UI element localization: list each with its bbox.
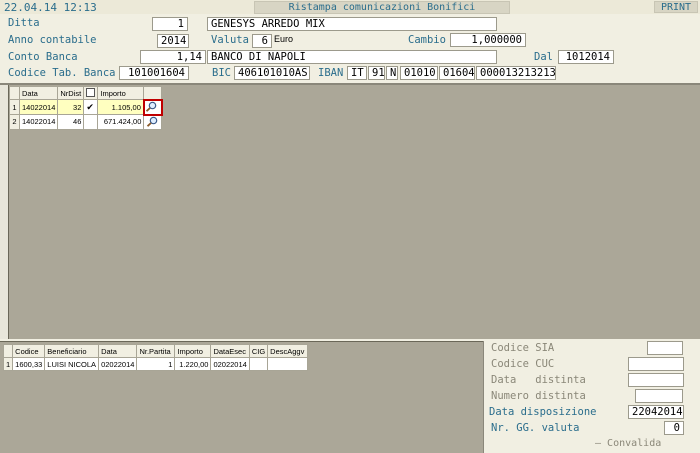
col-importo-header[interactable]: Importo — [97, 86, 145, 100]
col-data-header[interactable]: Data — [18, 86, 59, 100]
nrgg-field[interactable]: 0 — [664, 421, 684, 435]
cell-nrdist[interactable]: 46 — [57, 114, 85, 130]
cell-check[interactable]: ✔ — [83, 99, 99, 115]
valuta-label: Valuta — [211, 34, 249, 46]
cambio-field[interactable]: 1,000000 — [450, 33, 526, 47]
table-row[interactable]: 1 1600,33 LUISI NICOLA 02022014 1 1.220,… — [2, 357, 309, 371]
sia-label: Codice SIA — [491, 342, 555, 354]
print-button[interactable]: PRINT — [654, 1, 698, 13]
iban-label: IBAN — [318, 67, 344, 79]
col-nrdist-header[interactable]: NrDist — [57, 86, 85, 100]
col-dataesec-header[interactable]: DataEsec — [210, 344, 250, 358]
cell-action[interactable] — [142, 98, 163, 116]
sia-field[interactable] — [647, 341, 683, 355]
magnifier-icon[interactable] — [145, 101, 158, 112]
col-action-header — [143, 86, 163, 100]
row-num-header — [2, 344, 14, 358]
anno-field[interactable]: 2014 — [157, 34, 189, 48]
cuc-label: Codice CUC — [491, 358, 555, 370]
table-header: Data NrDist Importo — [9, 86, 163, 100]
numero-distinta-label: Numero distinta — [491, 390, 586, 402]
cuc-field[interactable] — [628, 357, 684, 371]
cell-codice[interactable]: 1600,33 — [12, 357, 46, 371]
cell-importo[interactable]: 671.424,00 — [97, 114, 145, 130]
distinte-table: Data NrDist Importo 1 14022014 32 ✔ 1.10… — [9, 86, 163, 130]
cell-data[interactable]: 14022014 — [18, 114, 59, 130]
convalida-label[interactable]: Convalida — [607, 438, 661, 449]
cell-partita[interactable]: 1 — [136, 357, 176, 371]
data-distinta-field[interactable] — [628, 373, 684, 387]
data-distinta-label: Data distinta — [491, 374, 586, 386]
conto-label: Conto Banca — [8, 51, 78, 63]
row-number: 1 — [9, 99, 20, 115]
header-checkbox[interactable] — [86, 87, 96, 97]
iban-country-field[interactable]: IT — [347, 66, 367, 80]
col-cig-header[interactable]: CIG — [248, 344, 269, 358]
cell-dataesec[interactable]: 02022014 — [210, 357, 250, 371]
ditta-code-field[interactable]: 1 — [152, 17, 188, 31]
cell-beneficiario[interactable]: LUISI NICOLA — [44, 357, 100, 371]
data-disp-field[interactable]: 22042014 — [628, 405, 684, 419]
row-num-header — [9, 86, 20, 100]
table-row[interactable]: 2 14022014 46 671.424,00 — [9, 114, 163, 130]
col-data-header[interactable]: Data — [98, 344, 138, 358]
conto-name-field: BANCO DI NAPOLI — [207, 50, 497, 64]
cell-data[interactable]: 02022014 — [98, 357, 138, 371]
valuta-code-field[interactable]: 6 — [252, 34, 272, 48]
iban-conto-field[interactable]: 000013213213 — [476, 66, 556, 80]
numero-distinta-field[interactable] — [635, 389, 683, 403]
iban-cab-field[interactable]: 01604 — [439, 66, 475, 80]
dettaglio-table: Codice Beneficiario Data Nr.Partita Impo… — [2, 344, 309, 371]
row-number: 2 — [9, 114, 20, 130]
ditta-label: Ditta — [8, 17, 40, 29]
conto-field[interactable]: 1,14 — [140, 50, 206, 64]
convalida-button[interactable]: — Convalida — [595, 438, 683, 450]
magnifier-icon[interactable] — [146, 116, 159, 127]
cell-nrdist[interactable]: 32 — [57, 99, 85, 115]
datetime: 22.04.14 12:13 — [4, 1, 97, 14]
window-title: Ristampa comunicazioni Bonifici — [254, 1, 510, 14]
col-codice-header[interactable]: Codice — [12, 344, 46, 358]
nrgg-label: Nr. GG. valuta — [491, 422, 580, 434]
table-row[interactable]: 1 14022014 32 ✔ 1.105,00 — [9, 98, 163, 116]
col-importo-header[interactable]: Importo — [174, 344, 212, 358]
iban-check-field[interactable]: 91 — [368, 66, 385, 80]
iban-abi-field[interactable]: 01010 — [400, 66, 438, 80]
cell-importo[interactable]: 1.220,00 — [174, 357, 212, 371]
ditta-name-field: GENESYS ARREDO MIX — [207, 17, 497, 31]
cell-desc[interactable] — [267, 357, 309, 371]
valuta-name: Euro — [274, 34, 294, 44]
row-number: 1 — [2, 357, 14, 371]
check-icon[interactable]: ✔ — [86, 102, 94, 112]
codtab-label: Codice Tab. Banca — [8, 67, 116, 79]
col-desc-header[interactable]: DescAggv — [267, 344, 309, 358]
cell-importo[interactable]: 1.105,00 — [97, 99, 145, 115]
cell-check[interactable] — [83, 114, 99, 130]
cell-data[interactable]: 14022014 — [18, 99, 59, 115]
cell-cig[interactable] — [248, 357, 269, 371]
anno-label: Anno contabile — [8, 34, 97, 46]
convalida-dash-icon: — — [595, 438, 608, 449]
bic-label: BIC — [212, 67, 231, 79]
col-check-header[interactable] — [83, 86, 99, 100]
col-partita-header[interactable]: Nr.Partita — [136, 344, 176, 358]
cell-action[interactable] — [143, 114, 163, 130]
col-beneficiario-header[interactable]: Beneficiario — [44, 344, 100, 358]
table-header: Codice Beneficiario Data Nr.Partita Impo… — [2, 344, 309, 358]
grid-scroll-strip[interactable] — [0, 85, 9, 339]
dal-field[interactable]: 1012014 — [558, 50, 614, 64]
codtab-field[interactable]: 101001604 — [119, 66, 189, 80]
iban-cin-field[interactable]: N — [386, 66, 398, 80]
dal-label: Dal — [534, 51, 553, 63]
data-disp-label: Data disposizione — [489, 406, 597, 418]
cambio-label: Cambio — [408, 34, 446, 46]
bic-field[interactable]: 406101010AS — [234, 66, 310, 80]
